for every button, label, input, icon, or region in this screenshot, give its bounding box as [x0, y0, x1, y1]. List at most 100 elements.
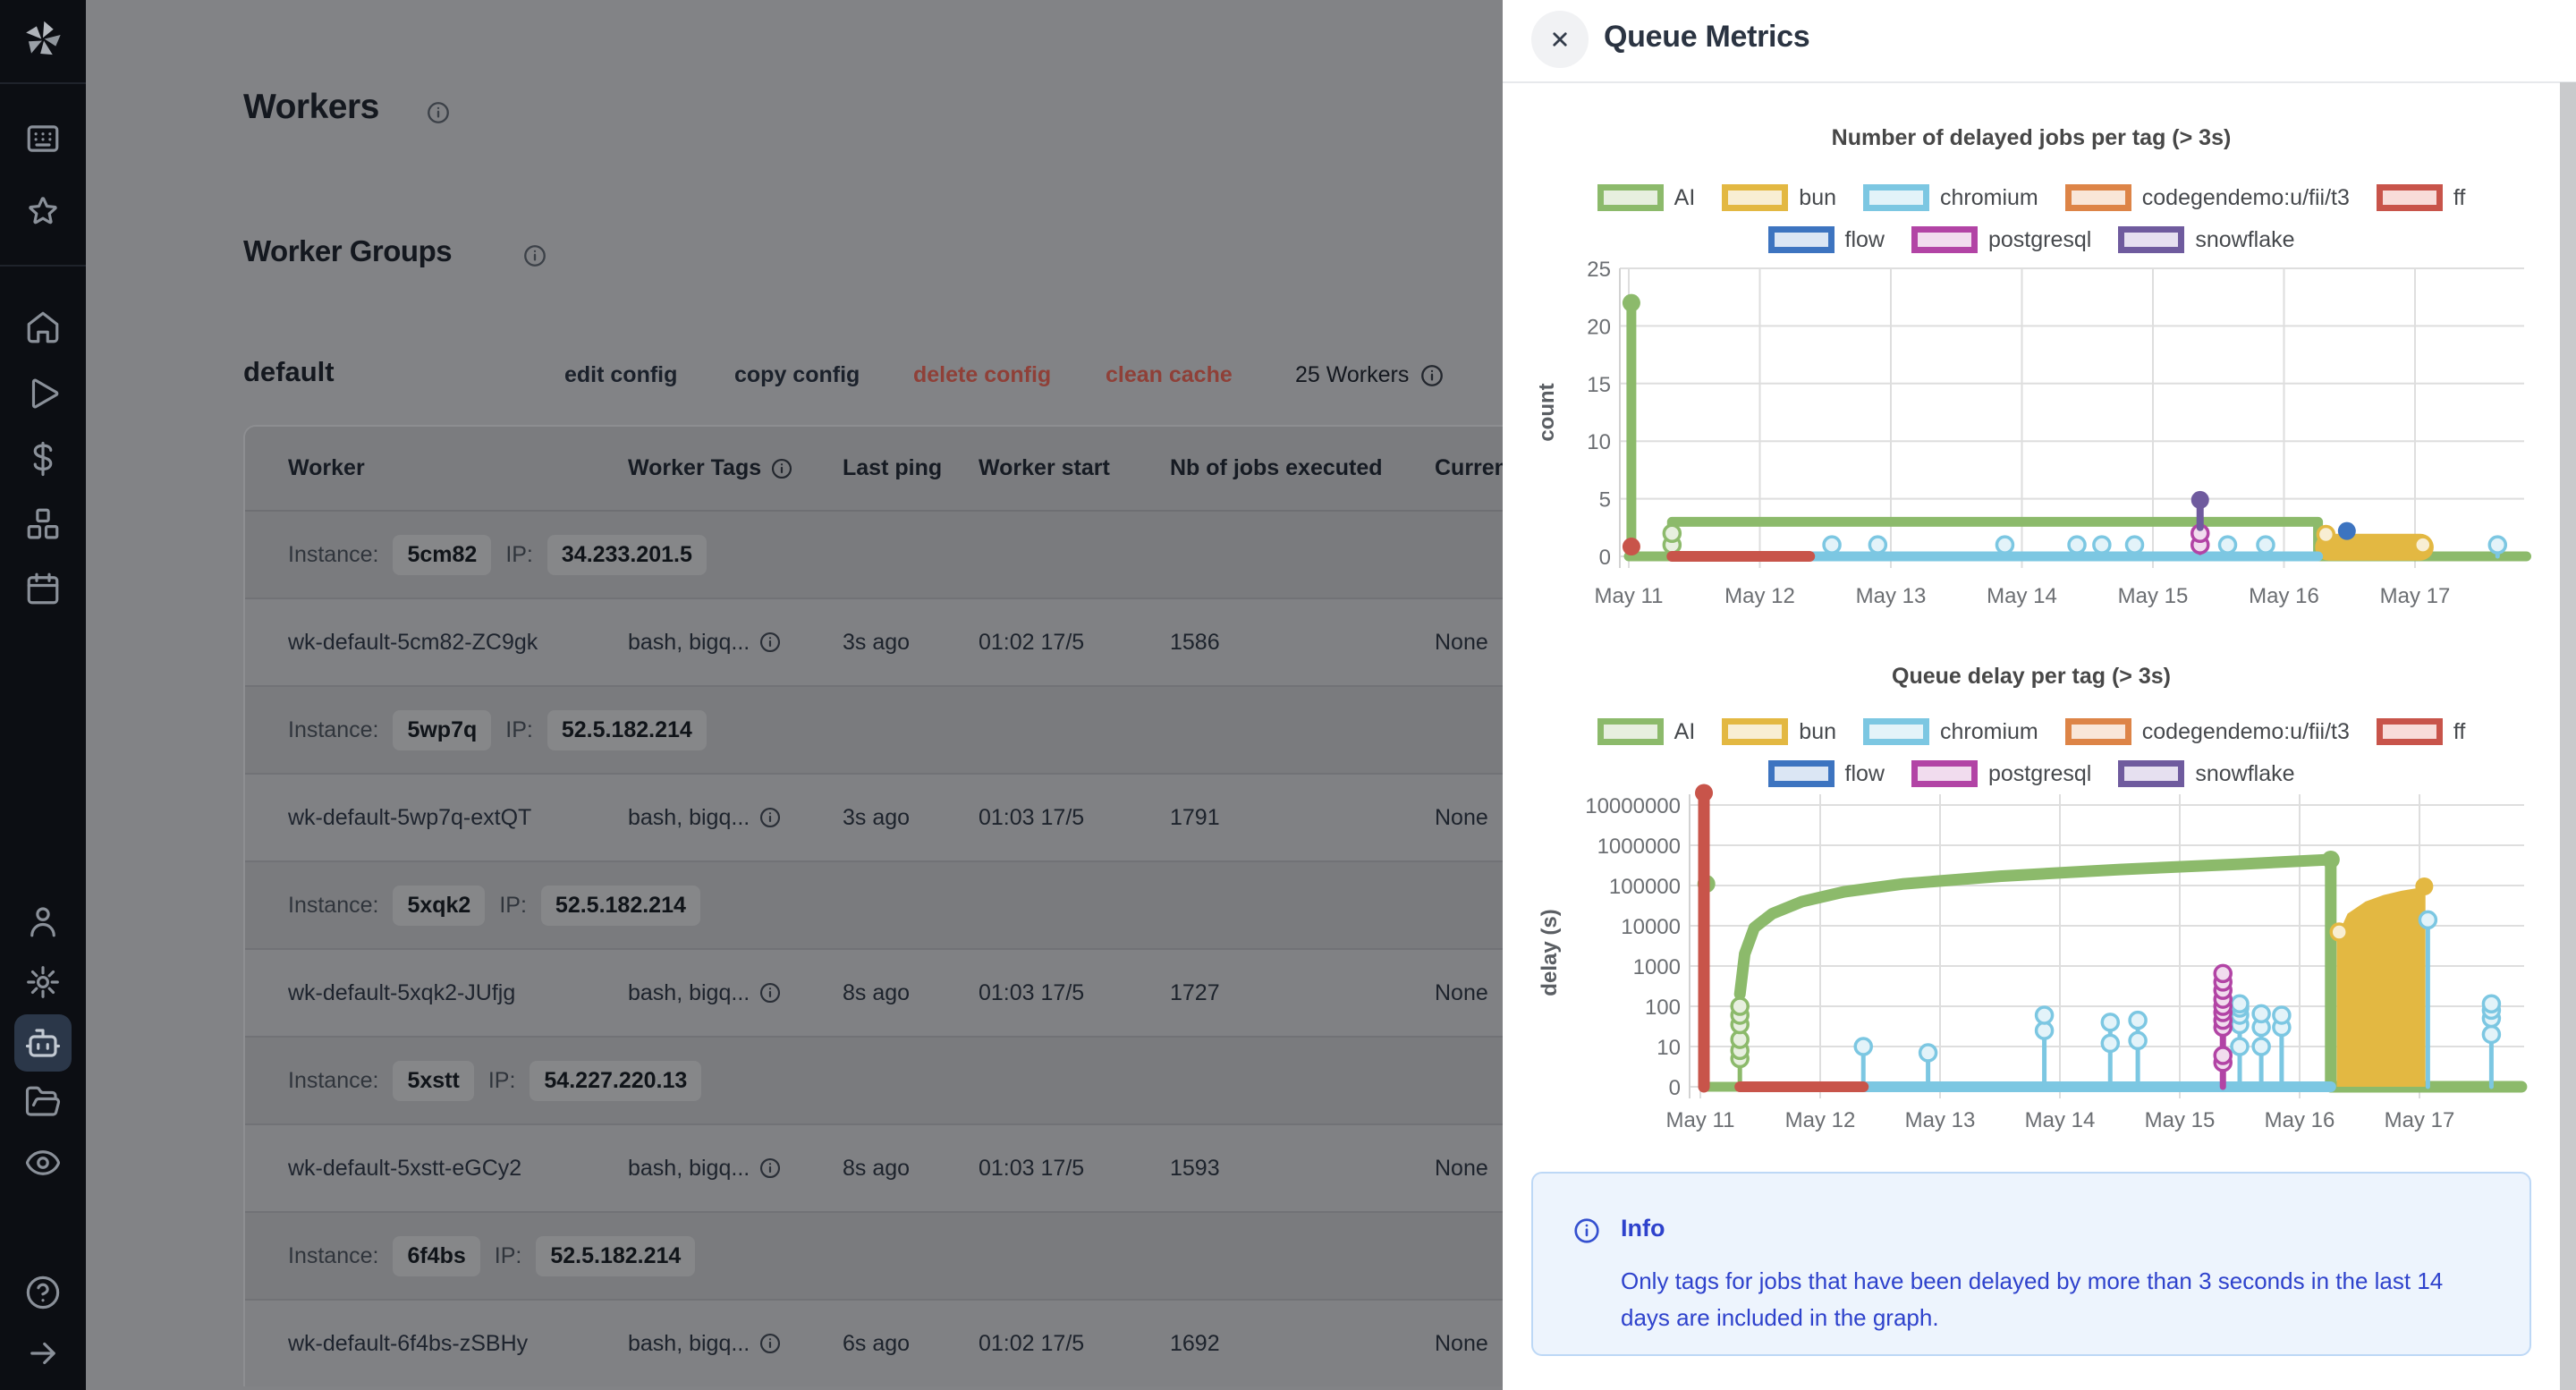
sidebar-item-runs[interactable]: [14, 365, 72, 422]
legend-item[interactable]: ff: [2377, 718, 2465, 745]
info-icon[interactable]: [758, 1332, 782, 1355]
legend-item[interactable]: chromium: [1863, 718, 2038, 745]
info-box-title: Info: [1621, 1215, 1665, 1242]
worker-groups-title: Worker Groups: [243, 234, 452, 268]
svg-text:5: 5: [1599, 488, 1611, 513]
table-row-worker: wk-default-5cm82-ZC9gk bash, bigq... 3s ag…: [245, 599, 1640, 687]
jobs-executed: 1593: [1170, 1125, 1220, 1211]
edit-config-button[interactable]: edit config: [564, 362, 677, 388]
sidebar-item-help[interactable]: [14, 1264, 72, 1321]
sidebar-item-users[interactable]: [14, 893, 72, 950]
legend-swatch: [2377, 184, 2443, 211]
drawer-scrollbar[interactable]: [2560, 82, 2576, 1390]
sidebar-item-favorites[interactable]: [14, 183, 72, 241]
svg-text:delay (s): delay (s): [1538, 909, 1562, 996]
ip-label: IP:: [488, 1068, 516, 1094]
legend-swatch: [1722, 718, 1788, 745]
info-icon[interactable]: [758, 981, 782, 1004]
chart2-legend-row1: AI bun chromium codegendemo:u/fii/t3 ff: [1503, 716, 2560, 748]
legend-item[interactable]: snowflake: [2118, 226, 2294, 253]
legend-item[interactable]: postgresql: [1911, 226, 2091, 253]
ip-label: IP:: [495, 1243, 522, 1269]
worker-tags: bash, bigq...: [628, 775, 782, 860]
sidebar: [0, 0, 86, 1390]
last-ping: 8s ago: [843, 1125, 910, 1211]
svg-text:15: 15: [1587, 373, 1611, 397]
info-icon[interactable]: [758, 1157, 782, 1180]
legend-item[interactable]: codegendemo:u/fii/t3: [2065, 184, 2350, 211]
sidebar-item-folders[interactable]: [14, 1073, 72, 1131]
worker-name: wk-default-5cm82-ZC9gk: [288, 599, 538, 685]
sidebar-item-workers[interactable]: [14, 1014, 72, 1072]
worker-start: 01:02 17/5: [979, 599, 1084, 685]
legend-label: postgresql: [1988, 227, 2091, 253]
page-title: Workers: [243, 88, 379, 127]
group-name: default: [243, 356, 335, 388]
legend-item[interactable]: chromium: [1863, 184, 2038, 211]
svg-text:count: count: [1535, 383, 1559, 441]
ip-badge: 52.5.182.214: [541, 886, 700, 926]
svg-text:May 11: May 11: [1666, 1108, 1735, 1132]
legend-item[interactable]: ff: [2377, 184, 2465, 211]
jobs-executed: 1727: [1170, 950, 1220, 1036]
info-icon[interactable]: [758, 631, 782, 654]
col-jobs-executed: Nb of jobs executed: [1170, 427, 1383, 510]
close-icon[interactable]: [1531, 11, 1589, 68]
sidebar-item-apps[interactable]: [14, 110, 72, 167]
sidebar-item-audit-logs[interactable]: [14, 1134, 72, 1191]
legend-swatch: [1597, 184, 1664, 211]
legend-item[interactable]: AI: [1597, 718, 1696, 745]
last-ping: 3s ago: [843, 599, 910, 685]
delete-config-button[interactable]: delete config: [913, 362, 1051, 388]
clean-cache-button[interactable]: clean cache: [1106, 362, 1233, 388]
worker-start: 01:03 17/5: [979, 775, 1084, 860]
copy-config-button[interactable]: copy config: [734, 362, 860, 388]
table-body: Instance:5cm82IP:34.233.201.5wk-default-…: [245, 512, 1640, 1386]
ip-badge: 34.233.201.5: [547, 535, 707, 575]
info-icon[interactable]: [770, 457, 793, 480]
sidebar-divider: [0, 265, 86, 267]
legend-swatch: [2377, 718, 2443, 745]
sidebar-item-expand[interactable]: [14, 1325, 72, 1382]
sidebar-item-variables[interactable]: [14, 430, 72, 487]
jobs-executed: 1692: [1170, 1301, 1220, 1386]
legend-item[interactable]: bun: [1722, 718, 1836, 745]
worker-tags: bash, bigq...: [628, 599, 782, 685]
svg-text:May 13: May 13: [1856, 584, 1927, 608]
legend-item[interactable]: codegendemo:u/fii/t3: [2065, 718, 2350, 745]
svg-text:100: 100: [1645, 996, 1681, 1020]
legend-label: AI: [1674, 185, 1696, 211]
current-job: None: [1435, 1125, 1488, 1211]
legend-label: ff: [2453, 185, 2465, 211]
info-icon[interactable]: [522, 243, 547, 268]
info-icon[interactable]: [1419, 363, 1445, 388]
drawer-title: Queue Metrics: [1604, 20, 1809, 55]
legend-label: codegendemo:u/fii/t3: [2142, 719, 2350, 745]
worker-name: wk-default-5xqk2-JUfjg: [288, 950, 515, 1036]
sidebar-item-settings[interactable]: [14, 954, 72, 1011]
queue-delay-chart: 010100100010000100000100000010000000May …: [1503, 778, 2560, 1166]
table-row-instance: Instance:6f4bsIP:52.5.182.214: [245, 1213, 1640, 1301]
svg-text:May 13: May 13: [1905, 1108, 1976, 1132]
sidebar-item-schedules[interactable]: [14, 560, 72, 617]
legend-item[interactable]: AI: [1597, 184, 1696, 211]
instance-label: Instance:: [288, 542, 378, 568]
legend-item[interactable]: flow: [1768, 226, 1885, 253]
instance-label: Instance:: [288, 717, 378, 743]
info-icon[interactable]: [426, 100, 451, 125]
legend-item[interactable]: bun: [1722, 184, 1836, 211]
info-icon[interactable]: [758, 806, 782, 829]
chart1-legend-row2: flow postgresql snowflake: [1503, 224, 2560, 256]
col-worker-start: Worker start: [979, 427, 1110, 510]
ip-badge: 54.227.220.13: [530, 1061, 701, 1101]
legend-label: AI: [1674, 719, 1696, 745]
svg-text:May 16: May 16: [2265, 1108, 2335, 1132]
last-ping: 6s ago: [843, 1301, 910, 1386]
sidebar-item-home[interactable]: [14, 299, 72, 356]
legend-swatch: [2118, 226, 2184, 253]
current-job: None: [1435, 599, 1488, 685]
last-ping: 8s ago: [843, 950, 910, 1036]
current-job: None: [1435, 1301, 1488, 1386]
windmill-logo[interactable]: [14, 11, 72, 68]
sidebar-item-resources[interactable]: [14, 496, 72, 553]
